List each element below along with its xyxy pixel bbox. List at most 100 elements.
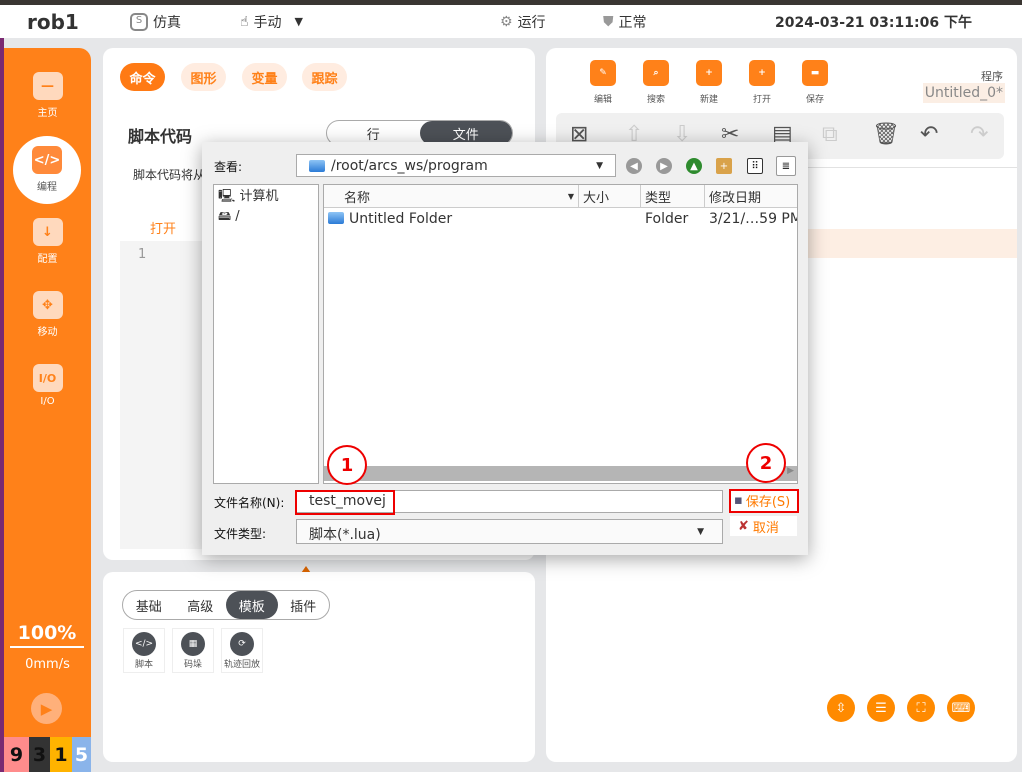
icon-view-button[interactable]: ⠿ — [747, 158, 763, 174]
save-file-dialog: 查看: /root/arcs_ws/program ▼ ◀ ▶ ▲ + ⠿ ≣ 🖳… — [202, 142, 808, 555]
column-size[interactable]: 大小 — [579, 185, 641, 208]
speed-percent[interactable]: 100% — [10, 622, 84, 648]
sidebar-item-program[interactable]: </> 编程 — [13, 136, 81, 204]
code-icon: </> — [132, 632, 156, 656]
annotation-step-1: 1 — [327, 445, 367, 485]
toolbar-label: 编辑 — [593, 95, 612, 105]
redo-icon[interactable]: ↷ — [970, 122, 988, 147]
delete-icon[interactable]: 🗑 — [872, 122, 900, 147]
detail-view-button[interactable]: ≣ — [776, 156, 796, 176]
look-in-label: 查看: — [214, 160, 243, 174]
annotation-highlight-filename — [295, 490, 395, 515]
grid-icon: ⠿ — [751, 160, 759, 172]
filename-label: 文件名称(N): — [214, 496, 285, 510]
tab-advanced[interactable]: 高级 — [175, 591, 227, 619]
command-library-panel: 基础 高级 模板 插件 — [103, 572, 535, 762]
sidebar-item-home[interactable]: — 主页 — [4, 72, 91, 119]
io-icon: I/O — [32, 364, 63, 392]
folder-open-icon: + — [749, 60, 775, 86]
back-button[interactable]: ◀ — [626, 158, 642, 174]
play-icon: ▶ — [40, 699, 53, 718]
column-name[interactable]: 名称 ▼ — [324, 185, 579, 208]
safety-label: 正常 — [618, 14, 647, 31]
sidebar-item-label: 主页 — [37, 108, 58, 119]
simulation-icon: S — [130, 12, 148, 31]
collapse-tree-button[interactable]: ☰ — [867, 694, 895, 722]
new-folder-button[interactable]: + — [716, 158, 732, 174]
list-icon: ≣ — [781, 160, 791, 172]
horizontal-scrollbar[interactable]: ▶ — [324, 466, 797, 481]
template-palletize[interactable]: ▦ 码垛 — [172, 628, 214, 673]
toolbar-search[interactable]: ⌕ 搜索 — [631, 60, 681, 105]
undo-icon[interactable]: ↶ — [920, 122, 938, 147]
control-mode-dropdown[interactable]: ☝ 手动 ▼ — [240, 5, 303, 38]
fullscreen-button[interactable]: ⛶ — [907, 694, 935, 722]
toolbar-open[interactable]: + 打开 — [737, 60, 787, 105]
replay-icon: ⟳ — [230, 632, 254, 656]
parent-dir-button[interactable]: ▲ — [686, 158, 702, 174]
file-list: 名称 ▼ 大小 类型 修改日期 Untitled Folder Folder 3/… — [323, 184, 798, 484]
sim-mode-label: 仿真 — [153, 14, 181, 31]
folder-icon — [328, 212, 344, 224]
tab-trace[interactable]: 跟踪 — [302, 63, 347, 91]
computer-icon: 🖳 — [218, 189, 236, 204]
tab-command[interactable]: 命令 — [120, 63, 165, 91]
counter-2: 3 — [29, 737, 50, 772]
tab-basic[interactable]: 基础 — [123, 591, 175, 619]
cancel-label: 取消 — [752, 520, 779, 536]
tab-graphics[interactable]: 图形 — [181, 63, 226, 91]
safety-state: ⛊ 正常 — [603, 5, 647, 38]
header-bar: rob1 S 仿真 ☝ 手动 ▼ ⚙ 运行 ⛊ 正常 2024-03-21 03:11:0… — [0, 5, 1022, 38]
file-type: Folder — [645, 211, 689, 227]
sidebar-item-move[interactable]: ✥ 移动 — [4, 291, 91, 338]
cancel-button[interactable]: ✘ 取消 — [730, 516, 797, 536]
toolbar-save[interactable]: ▬ 保存 — [790, 60, 840, 105]
template-label: 码垛 — [183, 660, 202, 670]
drive-icon: 🖴 — [218, 209, 232, 224]
column-type[interactable]: 类型 — [641, 185, 705, 208]
duplicate-icon[interactable]: ⧉ — [822, 122, 838, 147]
template-trajectory-replay[interactable]: ⟳ 轨迹回放 — [221, 628, 263, 673]
toolbar-label: 新建 — [699, 95, 718, 105]
run-state-label: 运行 — [517, 14, 546, 31]
library-tabs: 基础 高级 模板 插件 — [122, 590, 330, 620]
place-computer[interactable]: 🖳 计算机 — [218, 187, 314, 207]
toolbar-new[interactable]: + 新建 — [684, 60, 734, 105]
filetype-value: 脚本(*.lua) — [309, 527, 381, 543]
tree-collapse-icon: ☰ — [875, 700, 887, 716]
open-button[interactable]: 打开 — [150, 218, 176, 237]
expand-tree-button[interactable]: ⇳ — [827, 694, 855, 722]
move-icon: ✥ — [32, 291, 63, 319]
new-icon: + — [696, 60, 722, 86]
toolbar-edit[interactable]: ✎ 编辑 — [578, 60, 628, 105]
fullscreen-icon: ⛶ — [916, 700, 926, 716]
chevron-down-icon: ▼ — [697, 527, 704, 537]
place-root[interactable]: 🖴 / — [218, 207, 314, 227]
sidebar-item-config[interactable]: ↓ 配置 — [4, 218, 91, 265]
column-date[interactable]: 修改日期 — [705, 185, 797, 208]
shield-icon: ⛊ — [603, 13, 614, 30]
template-script[interactable]: </> 脚本 — [123, 628, 165, 673]
chevron-down-icon: ▼ — [294, 15, 303, 28]
toolbar-label: 搜索 — [646, 95, 665, 105]
run-state: ⚙ 运行 — [500, 5, 546, 38]
config-icon: ↓ — [32, 218, 63, 246]
datetime: 2024-03-21 03:11:06 下午 — [775, 14, 972, 31]
arrow-up-icon: ▲ — [690, 160, 698, 172]
tab-variables[interactable]: 变量 — [242, 63, 287, 91]
place-label: / — [235, 209, 240, 224]
tab-template[interactable]: 模板 — [226, 591, 278, 619]
line-number: 1 — [138, 247, 147, 262]
forward-button[interactable]: ▶ — [656, 158, 672, 174]
sim-mode[interactable]: S 仿真 — [130, 5, 181, 38]
sidebar-item-label: 配置 — [37, 254, 58, 265]
filetype-select[interactable]: 脚本(*.lua) ▼ — [296, 519, 723, 544]
play-button[interactable]: ▶ — [31, 693, 62, 724]
path-combobox[interactable]: /root/arcs_ws/program ▼ — [296, 154, 616, 177]
sidebar-item-io[interactable]: I/O I/O — [4, 364, 91, 407]
file-row[interactable]: Untitled Folder Folder 3/21/…59 PM — [324, 209, 797, 231]
annotation-highlight-save — [729, 489, 799, 513]
console-button[interactable]: ⌨ — [947, 694, 975, 722]
tab-plugin[interactable]: 插件 — [278, 591, 330, 619]
template-label: 轨迹回放 — [223, 660, 260, 670]
